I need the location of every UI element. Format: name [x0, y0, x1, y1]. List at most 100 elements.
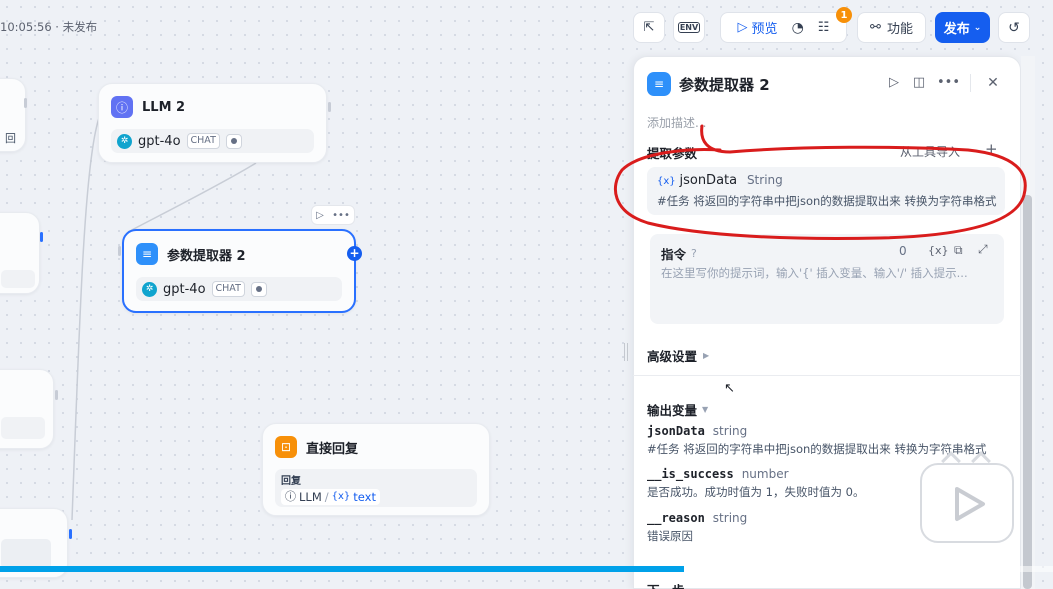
- llm-node-handle[interactable]: [328, 102, 331, 112]
- output-var-item: __is_success number 是否成功。成功时值为 1，失败时值为 0。: [647, 467, 864, 500]
- panel-title[interactable]: 参数提取器 2: [679, 74, 770, 95]
- output-var-type: number: [741, 467, 789, 481]
- video-play-button[interactable]: [920, 451, 1014, 543]
- partial-node-text: 回: [5, 132, 16, 145]
- next-step-title: 下一步: [647, 580, 685, 589]
- output-var-type: string: [712, 424, 748, 438]
- publish-label: 发布: [943, 22, 970, 37]
- extractor-node-title: 参数提取器 2: [167, 248, 246, 264]
- preview-group: ▷ 预览 ◔ ☷ 1: [720, 7, 852, 43]
- reply-separator: /: [324, 490, 329, 504]
- features-button[interactable]: ⚯ 功能: [857, 12, 926, 43]
- output-var-description: #任务 将返回的字符串中把json的数据提取出来 转换为字符串格式: [647, 442, 987, 456]
- version-history-button[interactable]: ↺: [998, 12, 1030, 43]
- instruction-input[interactable]: 在这里写你的提示词，输入'{' 插入变量、输入'/' 插入提示...: [661, 265, 968, 281]
- checklist-badge: 1: [836, 7, 852, 23]
- export-icon: ⇱: [643, 20, 655, 35]
- partial-node-4-handle[interactable]: [69, 529, 72, 539]
- node-quick-actions: ▷ •••: [311, 205, 355, 225]
- extractor-model-name: gpt-4o: [163, 281, 206, 297]
- eye-icon[interactable]: [225, 133, 242, 149]
- list-icon: ≡: [647, 72, 671, 96]
- partial-node-handle[interactable]: [24, 98, 27, 108]
- help-circle-icon[interactable]: ?: [691, 247, 697, 260]
- openai-icon: ✲: [142, 281, 157, 297]
- help-doc-icon[interactable]: ◫: [910, 75, 928, 90]
- reply-variable-chip: ⓘ LLM / {x} text: [281, 489, 380, 505]
- partial-node-2[interactable]: [0, 212, 40, 294]
- partial-node-2-handle[interactable]: [40, 232, 43, 242]
- panel-scrollbar-thumb[interactable]: [1023, 195, 1032, 589]
- more-icon[interactable]: •••: [332, 210, 350, 221]
- extractor-input-handle[interactable]: [118, 246, 121, 256]
- llm-model-name: gpt-4o: [138, 133, 181, 149]
- info-circle-icon: ⓘ: [111, 96, 133, 118]
- chat-reply-icon: ⊡: [275, 436, 297, 458]
- partial-node-3[interactable]: [0, 369, 54, 449]
- partial-node-3-handle[interactable]: [55, 390, 58, 400]
- output-var-name: jsonData: [647, 424, 705, 438]
- openai-icon: ✲: [117, 133, 132, 149]
- instruction-editor[interactable]: 指令 ? 0 {x} ⧉ ⤢ 在这里写你的提示词，输入'{' 插入变量、输入'/…: [650, 234, 1004, 324]
- run-step-icon[interactable]: ▷: [886, 75, 902, 90]
- export-button[interactable]: ⇱: [633, 12, 665, 43]
- answer-node[interactable]: ⊡ 直接回复 回复 ⓘ LLM / {x} text: [262, 423, 490, 516]
- add-next-node-icon[interactable]: +: [347, 246, 362, 261]
- env-button[interactable]: ENV: [673, 12, 705, 43]
- answer-reply-box[interactable]: 回复 ⓘ LLM / {x} text: [275, 469, 477, 507]
- reply-label: 回复: [281, 476, 301, 487]
- list-icon: ≡: [136, 243, 158, 265]
- output-var-item: __reason string 错误原因: [647, 511, 747, 544]
- expand-icon[interactable]: ⤢: [978, 242, 988, 257]
- output-var-description: 是否成功。成功时值为 1，失败时值为 0。: [647, 485, 865, 499]
- output-var-name: __is_success: [647, 467, 734, 481]
- features-icon: ⚯: [870, 20, 881, 35]
- output-section-title: 输出变量: [647, 403, 698, 418]
- output-var-description: 错误原因: [647, 529, 693, 543]
- close-icon[interactable]: ✕: [985, 75, 1001, 91]
- llm-model-row[interactable]: ✲ gpt-4o CHAT: [111, 129, 314, 153]
- partial-node-1[interactable]: 回: [0, 78, 26, 152]
- info-circle-icon: ⓘ: [285, 490, 296, 503]
- advanced-settings-toggle[interactable]: 高级设置 ▶: [647, 346, 709, 365]
- extractor-mode-tag: CHAT: [211, 281, 245, 297]
- param-item[interactable]: {x} jsonData String #任务 将返回的字符串中把json的数据…: [647, 167, 1005, 215]
- instruction-title: 指令: [661, 247, 687, 262]
- insert-variable-icon[interactable]: {x}: [928, 244, 949, 257]
- chevron-down-icon: ⌄: [973, 22, 982, 33]
- run-node-icon[interactable]: ▷: [316, 210, 324, 221]
- eye-icon[interactable]: [250, 281, 267, 297]
- more-icon[interactable]: •••: [937, 75, 960, 90]
- output-var-item: jsonData string #任务 将返回的字符串中把json的数据提取出来 …: [647, 424, 986, 457]
- variable-icon: {x}: [657, 176, 676, 187]
- chevron-down-icon: ▼: [702, 405, 709, 414]
- extractor-model-row[interactable]: ✲ gpt-4o CHAT: [136, 277, 342, 301]
- publish-button[interactable]: 发布 ⌄: [935, 12, 990, 43]
- description-input[interactable]: 添加描述...: [647, 114, 706, 131]
- resize-handle[interactable]: [624, 343, 628, 361]
- add-param-button[interactable]: +: [985, 140, 998, 158]
- llm-node[interactable]: ⓘ LLM 2 ✲ gpt-4o CHAT: [98, 83, 327, 163]
- answer-node-title: 直接回复: [306, 441, 359, 457]
- preview-button[interactable]: ▷ 预览: [738, 18, 778, 37]
- instruction-count: 0: [899, 244, 907, 258]
- checklist-icon[interactable]: ☷: [818, 20, 830, 35]
- video-progress-bar[interactable]: [0, 566, 685, 572]
- extract-section-title: 提取参数: [647, 146, 698, 161]
- reply-source-node: LLM: [299, 490, 322, 504]
- advanced-settings-label: 高级设置: [647, 349, 698, 364]
- mouse-cursor: ↖: [724, 381, 735, 396]
- import-from-tool-button[interactable]: 从工具导入: [900, 143, 960, 160]
- param-name: jsonData: [679, 173, 738, 188]
- history-check-icon[interactable]: ◔: [792, 20, 804, 36]
- output-vars-toggle[interactable]: 输出变量 ▼: [647, 400, 708, 419]
- llm-mode-tag: CHAT: [186, 133, 220, 149]
- play-icon: ▷: [737, 20, 748, 35]
- output-var-type: string: [712, 511, 748, 525]
- extractor-node[interactable]: ≡ 参数提取器 2 ✲ gpt-4o CHAT: [122, 229, 356, 313]
- reply-source-var: text: [353, 490, 376, 504]
- chevron-right-icon: ▶: [703, 351, 710, 360]
- llm-node-title: LLM 2: [142, 99, 186, 115]
- copy-icon[interactable]: ⧉: [954, 243, 963, 258]
- env-icon: ENV: [677, 22, 701, 33]
